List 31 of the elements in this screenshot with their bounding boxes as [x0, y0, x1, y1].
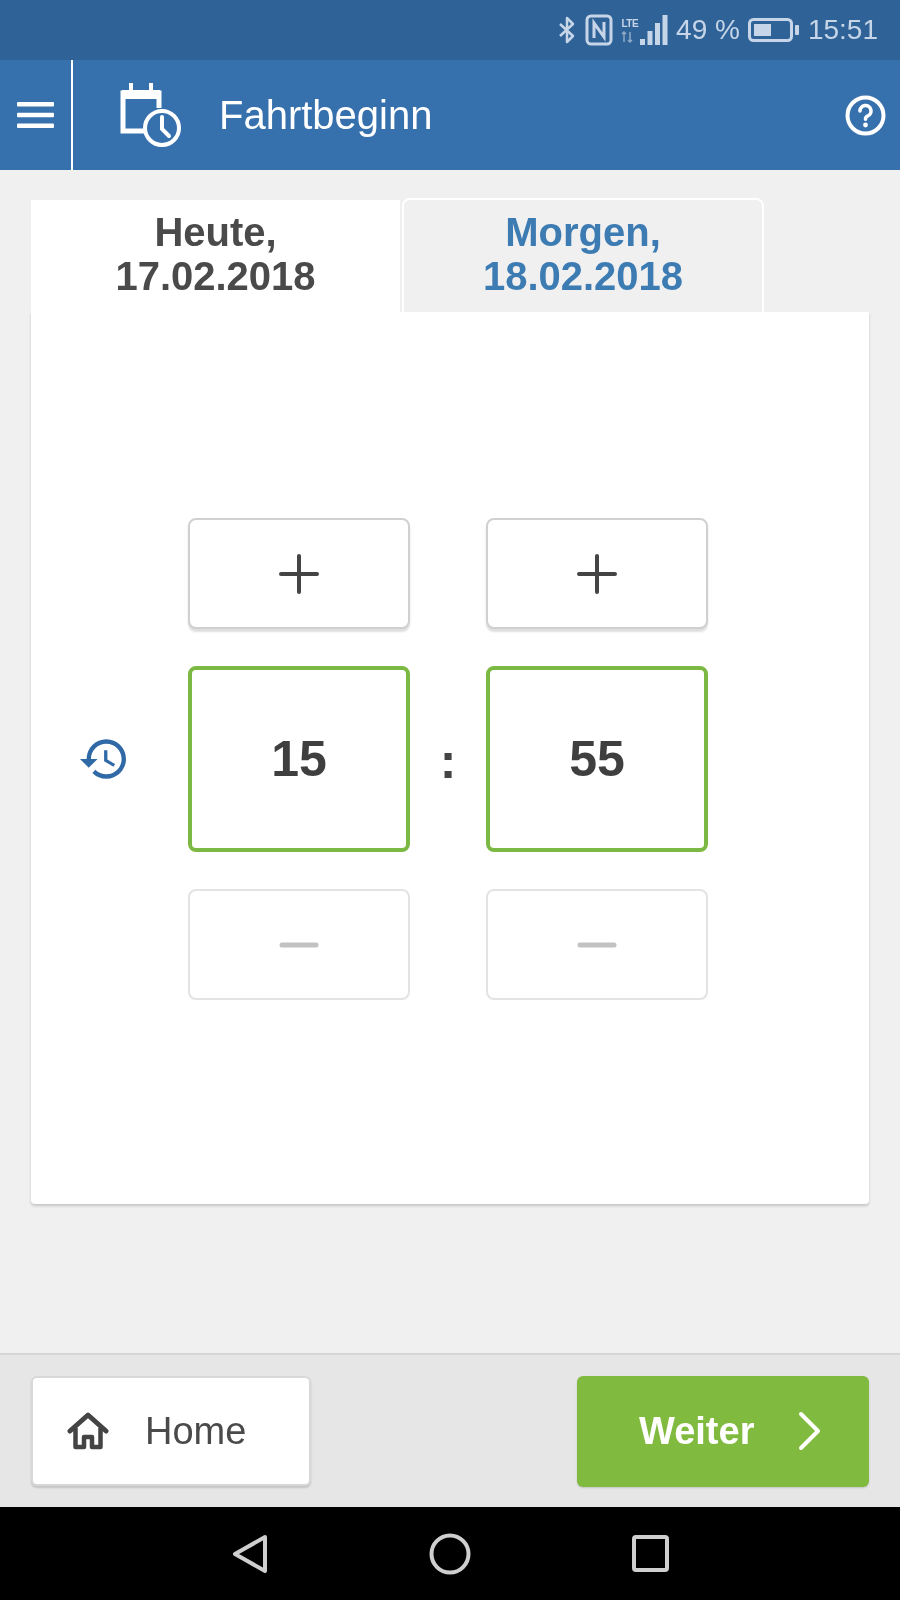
- menu-icon: [17, 102, 54, 128]
- network-type: LTE: [621, 17, 639, 29]
- day-tab[interactable]: Heute, 17.02.2018: [31, 200, 400, 312]
- nav-home-button[interactable]: [429, 1532, 471, 1575]
- nfc-icon: [585, 14, 614, 46]
- home-button[interactable]: Home: [31, 1376, 311, 1486]
- nav-back-button[interactable]: [232, 1533, 268, 1574]
- circle-home-icon: [429, 1532, 471, 1575]
- signal-icon: [640, 15, 669, 45]
- time-separator: :: [438, 732, 458, 791]
- screen-title: Fahrtbeginn: [219, 92, 433, 138]
- minus-icon: [279, 941, 319, 948]
- time-field[interactable]: 55: [486, 666, 708, 852]
- data-arrows-icon: [621, 30, 634, 43]
- minus-icon: [577, 941, 617, 948]
- help-button[interactable]: [845, 94, 886, 136]
- history-icon[interactable]: [80, 736, 126, 782]
- day-tab[interactable]: Morgen, 18.02.2018: [402, 198, 764, 312]
- triangle-back-icon: [232, 1533, 268, 1574]
- time-field[interactable]: 15: [188, 666, 410, 852]
- square-recents-icon: [631, 1535, 669, 1572]
- battery-percentage: 49 %: [676, 14, 740, 46]
- plus-icon: [577, 553, 617, 594]
- help-icon: [845, 94, 886, 136]
- calendar-clock-icon: [118, 81, 183, 149]
- battery-icon: [747, 18, 800, 42]
- clock-time: 15:51: [807, 14, 878, 46]
- nav-recents-button[interactable]: [631, 1535, 669, 1572]
- chevron-right-icon: [798, 1411, 823, 1451]
- plus-icon: [279, 553, 319, 594]
- house-icon: [67, 1412, 109, 1450]
